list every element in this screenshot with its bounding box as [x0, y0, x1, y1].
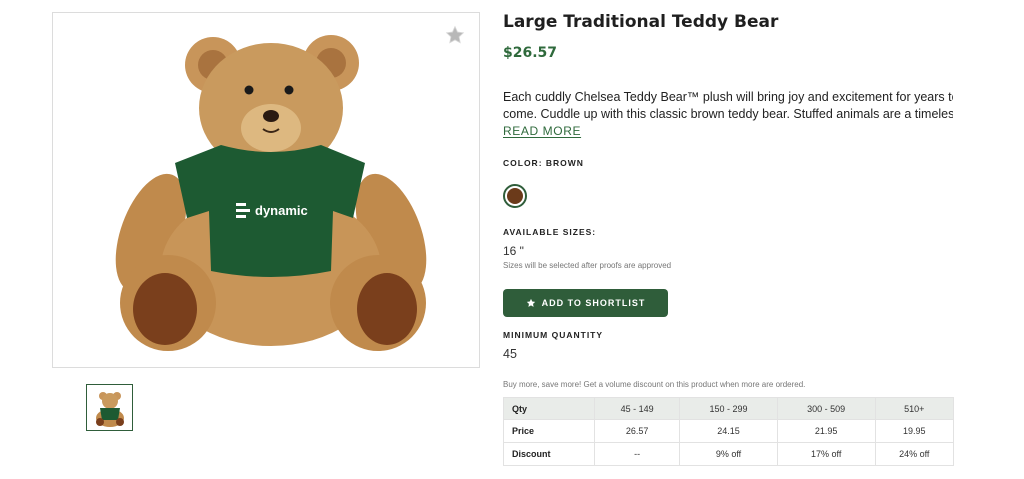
- table-cell: 21.95: [776, 419, 876, 443]
- product-thumbnail[interactable]: [86, 384, 133, 431]
- shortlist-label: ADD TO SHORTLIST: [541, 298, 646, 308]
- description-line: Each cuddly Chelsea Teddy Bear™ plush wi…: [503, 90, 953, 104]
- table-row: Discount -- 9% off 17% off 24% off: [503, 442, 954, 466]
- table-header-cell: 300 - 509: [776, 397, 876, 420]
- product-title: Large Traditional Teddy Bear: [503, 12, 779, 32]
- table-row: Price 26.57 24.15 21.95 19.95: [503, 419, 954, 443]
- description-line: come. Cuddle up with this classic brown …: [503, 107, 953, 121]
- table-cell: 9% off: [679, 442, 778, 466]
- volume-discount-note: Buy more, save more! Get a volume discou…: [503, 380, 806, 389]
- table-cell: Discount: [503, 442, 595, 466]
- star-icon: [526, 298, 535, 307]
- table-header-cell: 510+: [874, 397, 954, 420]
- table-cell: --: [593, 442, 681, 466]
- teddy-bear-thumbnail-image: [95, 391, 124, 427]
- color-swatch-brown[interactable]: [503, 184, 527, 208]
- size-value: 16 ": [503, 244, 524, 258]
- table-cell: 24.15: [679, 419, 778, 443]
- product-price: $26.57: [503, 45, 558, 61]
- shirt-logo-text: dynamic: [255, 203, 308, 218]
- table-cell: 24% off: [874, 442, 954, 466]
- table-header-row: Qty 45 - 149 150 - 299 300 - 509 510+: [503, 397, 954, 420]
- minimum-quantity-value: 45: [503, 347, 517, 361]
- table-header-cell: 150 - 299: [679, 397, 778, 420]
- sizes-label: AVAILABLE SIZES:: [503, 227, 597, 237]
- size-note: Sizes will be selected after proofs are …: [503, 261, 672, 270]
- product-description: Each cuddly Chelsea Teddy Bear™ plush wi…: [503, 89, 953, 123]
- volume-pricing-table: Qty 45 - 149 150 - 299 300 - 509 510+ Pr…: [503, 397, 954, 466]
- table-cell: Price: [503, 419, 595, 443]
- color-label: COLOR: BROWN: [503, 158, 584, 168]
- table-cell: 17% off: [776, 442, 876, 466]
- teddy-bear-image: dynamic: [115, 35, 427, 351]
- product-image-frame: dynamic: [52, 12, 480, 368]
- table-header-cell: 45 - 149: [593, 397, 681, 420]
- minimum-quantity-label: MINIMUM QUANTITY: [503, 330, 604, 340]
- table-cell: 26.57: [593, 419, 681, 443]
- table-cell: 19.95: [874, 419, 954, 443]
- table-header-cell: Qty: [503, 397, 595, 420]
- add-to-shortlist-button[interactable]: ADD TO SHORTLIST: [503, 289, 668, 317]
- favorite-star-icon[interactable]: [445, 25, 465, 45]
- read-more-link[interactable]: READ MORE: [503, 124, 581, 138]
- swatch-fill: [507, 188, 523, 204]
